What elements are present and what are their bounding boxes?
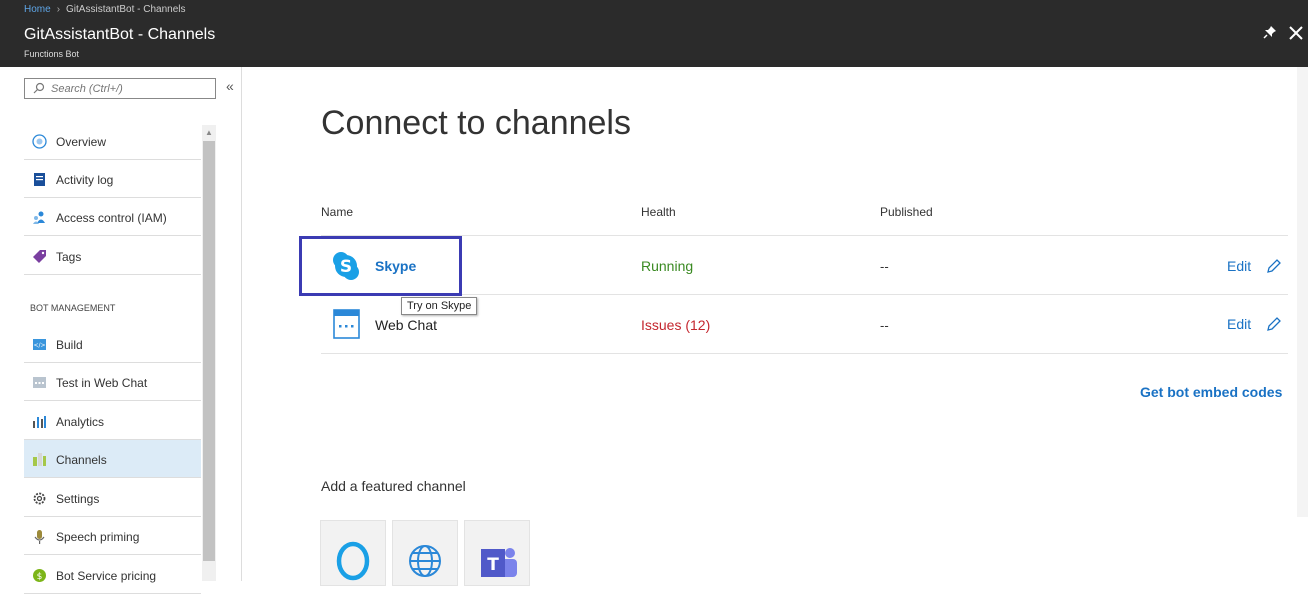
sidebar-item-label: Access control (IAM) xyxy=(56,211,167,225)
page-title: GitAssistantBot - Channels xyxy=(24,26,216,43)
featured-tile-teams[interactable]: T xyxy=(464,520,530,586)
main-heading: Connect to channels xyxy=(321,104,631,142)
edit-web-chat-link[interactable]: Edit xyxy=(1227,316,1251,332)
sidebar-item-test-web-chat[interactable]: Test in Web Chat xyxy=(24,363,201,401)
gear-icon xyxy=(33,492,46,505)
main-scrollbar[interactable] xyxy=(1297,67,1308,517)
sidebar-item-build[interactable]: </> Build xyxy=(24,325,201,363)
breadcrumb-separator: › xyxy=(56,4,61,15)
sidebar-scrollbar[interactable]: ▲ xyxy=(202,125,216,581)
featured-tile-cortana[interactable] xyxy=(320,520,386,586)
sidebar-item-speech-priming[interactable]: Speech priming xyxy=(24,517,201,555)
breadcrumb-current: GitAssistantBot - Channels xyxy=(66,4,186,15)
scroll-up-arrow-icon[interactable]: ▲ xyxy=(205,128,213,137)
activity-log-icon xyxy=(34,173,45,186)
column-header-published: Published xyxy=(880,205,933,219)
scrollbar-thumb[interactable] xyxy=(203,141,215,561)
search-input[interactable] xyxy=(51,81,211,96)
sidebar-item-tags[interactable]: Tags xyxy=(24,237,201,275)
pin-icon[interactable] xyxy=(1263,25,1279,45)
sidebar-item-label: Speech priming xyxy=(56,530,140,544)
close-icon[interactable] xyxy=(1289,22,1308,46)
svg-text:</>: </> xyxy=(33,342,45,349)
access-control-icon xyxy=(33,211,45,224)
overview-icon xyxy=(32,134,47,149)
health-status-running: Running xyxy=(641,258,694,274)
featured-tile-web[interactable] xyxy=(392,520,458,586)
page-subtitle: Functions Bot xyxy=(24,49,80,59)
web-globe-icon xyxy=(409,545,441,577)
health-status-issues[interactable]: Issues (12) xyxy=(641,317,710,333)
sidebar: « Overview Activity log Access control (… xyxy=(0,67,242,594)
column-header-name: Name xyxy=(321,205,354,219)
section-title-bot-management: BOT MANAGEMENT xyxy=(30,303,116,313)
skype-highlight-box xyxy=(299,236,462,296)
edit-skype-link[interactable]: Edit xyxy=(1227,258,1251,274)
sidebar-item-label: Activity log xyxy=(56,173,114,187)
sidebar-item-label: Channels xyxy=(56,453,107,467)
featured-channel-title: Add a featured channel xyxy=(321,478,466,494)
build-icon: </> xyxy=(33,339,46,350)
sidebar-item-settings[interactable]: Settings xyxy=(24,479,201,517)
test-web-chat-icon xyxy=(33,377,46,388)
pencil-icon[interactable] xyxy=(1266,316,1282,332)
divider xyxy=(321,294,1288,295)
search-box[interactable] xyxy=(24,78,216,99)
breadcrumb: Home › GitAssistantBot - Channels xyxy=(24,4,186,15)
top-bar: Home › GitAssistantBot - Channels GitAssis… xyxy=(0,0,1308,67)
search-icon xyxy=(33,82,45,94)
teams-icon: T xyxy=(481,548,517,577)
divider xyxy=(321,235,1288,236)
sidebar-item-label: Test in Web Chat xyxy=(56,376,148,390)
column-header-health: Health xyxy=(641,205,676,219)
sidebar-item-overview[interactable]: Overview xyxy=(24,122,201,160)
sidebar-item-label: Settings xyxy=(56,492,100,506)
channels-icon xyxy=(33,453,46,466)
sidebar-item-label: Build xyxy=(56,338,83,352)
collapse-sidebar-button[interactable]: « xyxy=(226,78,234,94)
tag-icon xyxy=(33,250,46,263)
svg-text:T: T xyxy=(487,555,499,575)
divider xyxy=(321,353,1288,354)
web-chat-channel-name[interactable]: Web Chat xyxy=(375,317,437,333)
analytics-icon xyxy=(33,416,46,428)
sidebar-item-analytics[interactable]: Analytics xyxy=(24,402,201,440)
sidebar-item-access-control[interactable]: Access control (IAM) xyxy=(24,198,201,236)
sidebar-item-label: Analytics xyxy=(56,415,105,429)
sidebar-item-label: Overview xyxy=(56,135,107,149)
microphone-icon xyxy=(34,530,45,544)
published-value: -- xyxy=(880,318,889,333)
sidebar-item-activity-log[interactable]: Activity log xyxy=(24,160,201,198)
sidebar-item-channels[interactable]: Channels xyxy=(24,440,201,478)
tooltip: Try on Skype xyxy=(401,297,478,315)
published-value: -- xyxy=(880,259,889,274)
sidebar-item-bot-service-pricing[interactable]: $ Bot Service pricing xyxy=(24,556,201,594)
get-embed-codes-link[interactable]: Get bot embed codes xyxy=(1140,384,1282,400)
sidebar-item-label: Tags xyxy=(56,250,82,264)
web-chat-icon[interactable] xyxy=(333,309,360,339)
pencil-icon[interactable] xyxy=(1266,258,1282,274)
breadcrumb-home-link[interactable]: Home xyxy=(24,4,51,15)
cortana-icon xyxy=(336,541,370,581)
